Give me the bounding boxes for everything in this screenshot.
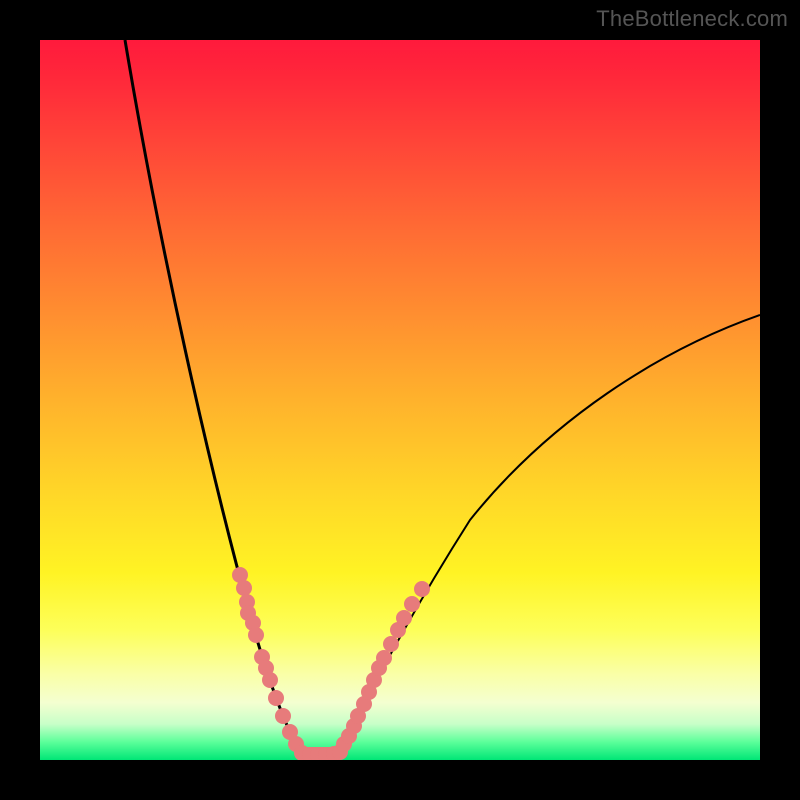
dots-left-cluster [232,567,304,752]
curve-right-branch [340,315,760,752]
plot-area [40,40,760,760]
watermark-text: TheBottleneck.com [596,6,788,32]
curve-left-branch [125,40,300,752]
dots-right-cluster [336,581,430,752]
chart-frame: TheBottleneck.com [0,0,800,800]
curve-svg [40,40,760,760]
